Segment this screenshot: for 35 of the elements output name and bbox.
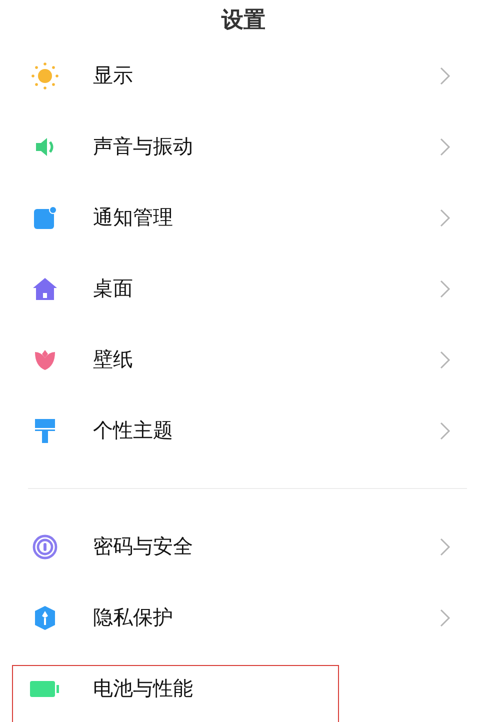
battery-icon — [30, 680, 60, 698]
settings-item[interactable]: 电池与性能 — [0, 653, 487, 722]
fingerprint-icon — [32, 534, 58, 560]
home-icon — [32, 276, 58, 300]
chevron-icon — [439, 136, 451, 156]
item-label: 声音与振动 — [93, 133, 194, 160]
chevron-icon — [439, 608, 451, 628]
item-label: 桌面 — [93, 275, 134, 302]
settings-item[interactable]: 隐私保护 — [0, 582, 487, 653]
item-label: 隐私保护 — [93, 604, 174, 631]
sun-icon — [31, 62, 59, 90]
notification-icon — [33, 206, 57, 230]
tulip-icon — [33, 348, 57, 372]
chevron-icon — [439, 536, 451, 556]
settings-item[interactable]: 密码与安全 — [0, 511, 487, 582]
chevron-icon — [439, 420, 451, 440]
chevron-icon — [439, 350, 451, 370]
item-label: 显示 — [93, 62, 134, 89]
item-label: 通知管理 — [93, 204, 174, 231]
chevron-icon — [439, 66, 451, 86]
shield-icon — [33, 604, 57, 630]
page-title: 设置 — [220, 7, 266, 35]
item-label: 壁纸 — [93, 346, 134, 373]
chevron-icon — [439, 278, 451, 298]
settings-item[interactable]: 个性主题 — [0, 395, 487, 466]
settings-item[interactable]: 壁纸 — [0, 324, 487, 395]
settings-item[interactable]: 桌面 — [0, 253, 487, 324]
settings-item[interactable]: 通知管理 — [0, 182, 487, 253]
settings-item[interactable]: 显示 — [0, 40, 487, 111]
settings-item[interactable]: 声音与振动 — [0, 111, 487, 182]
item-label: 密码与安全 — [93, 533, 194, 560]
item-label: 电池与性能 — [93, 675, 194, 702]
chevron-icon — [439, 208, 451, 228]
brush-icon — [33, 418, 57, 444]
item-label: 个性主题 — [93, 417, 174, 444]
